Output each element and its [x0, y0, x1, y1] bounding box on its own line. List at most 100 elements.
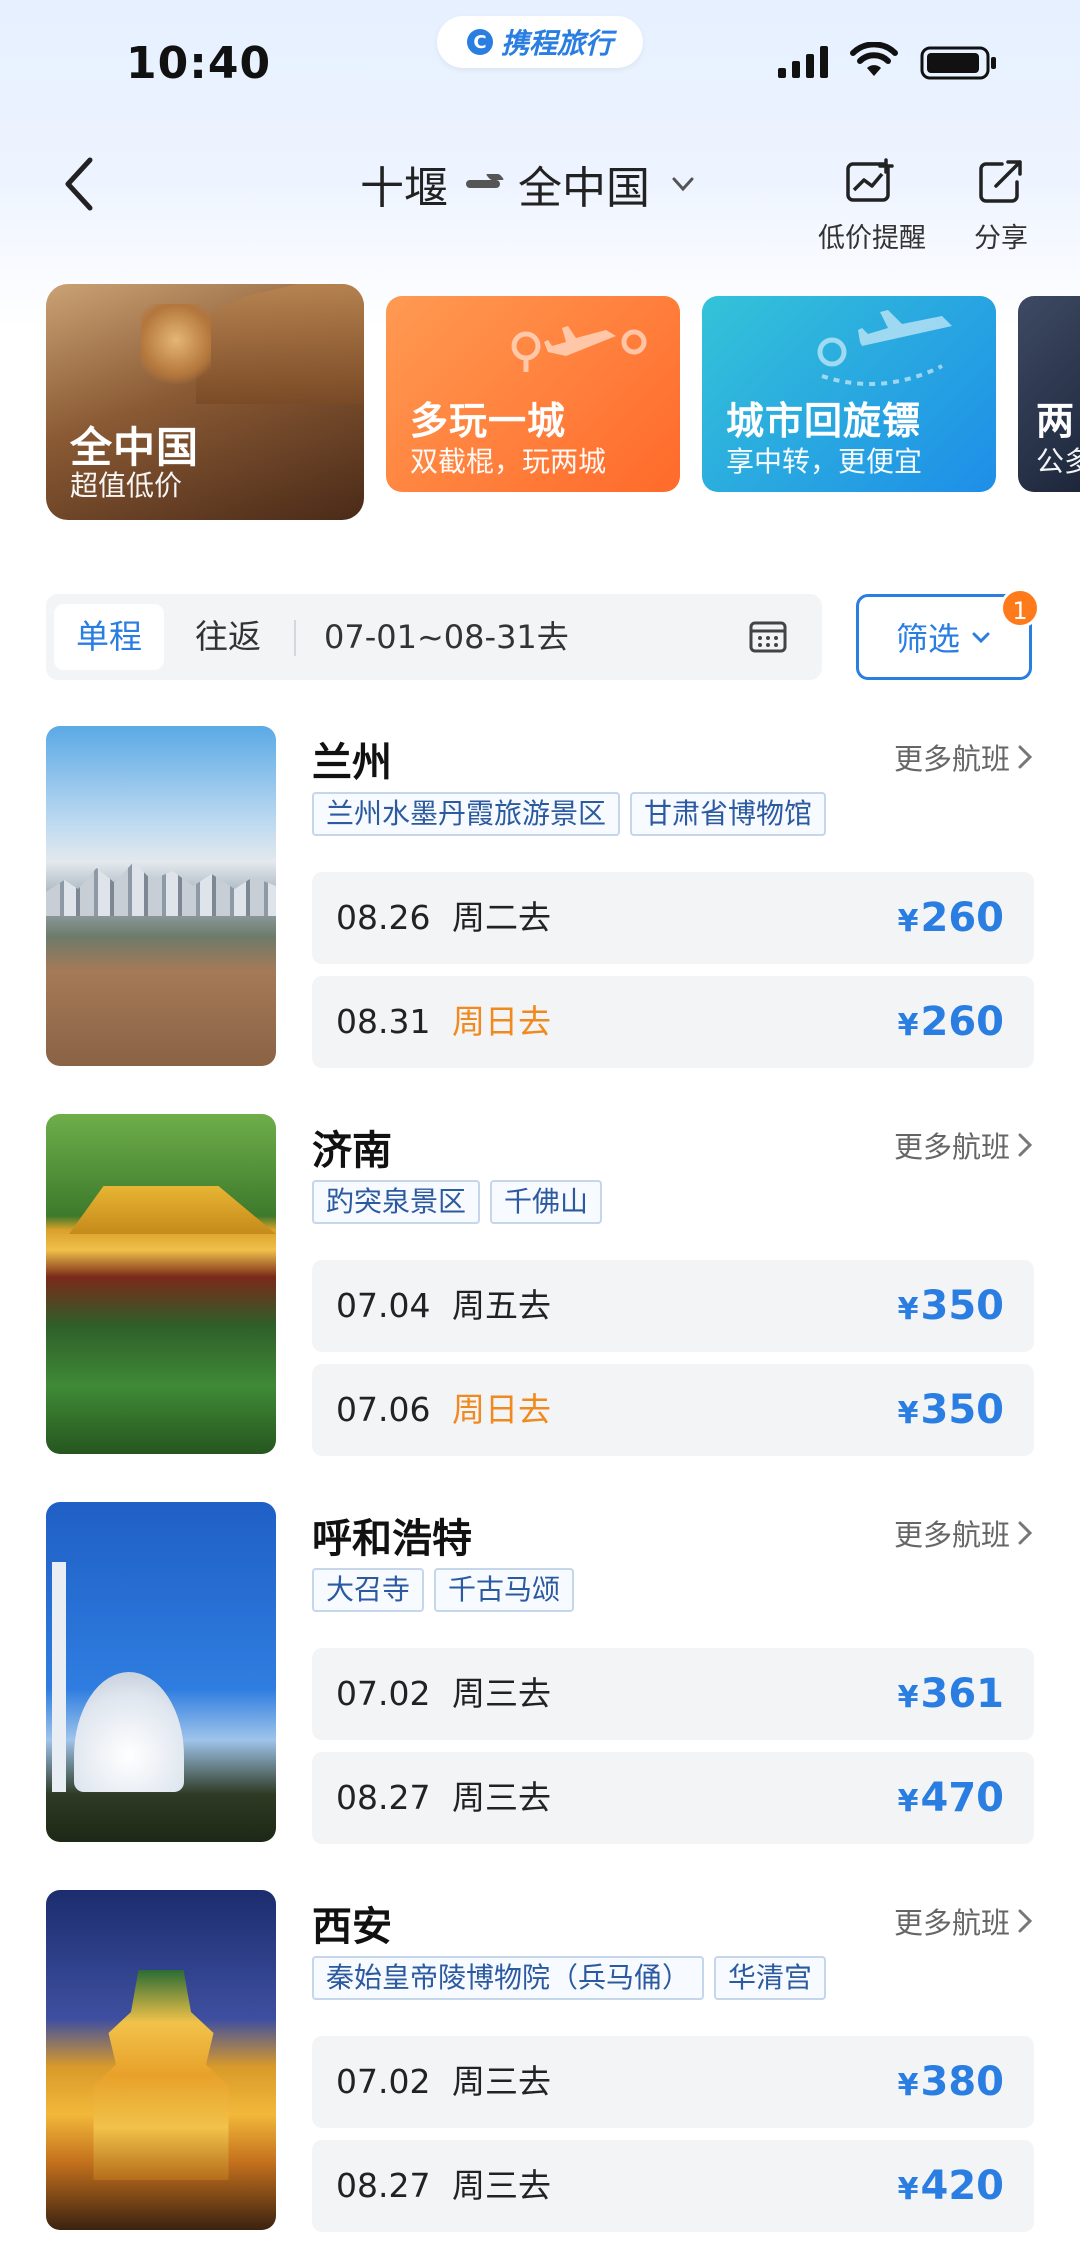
brand-pill: C 携程旅行: [437, 16, 643, 68]
chevron-right-icon: [1018, 745, 1033, 769]
status-time: 10:40: [126, 38, 272, 89]
calendar-icon[interactable]: [748, 616, 788, 656]
currency-symbol: ¥: [897, 1292, 919, 1327]
flight-weekday: 周日去: [452, 1390, 551, 1429]
city-name: 西安: [312, 1904, 392, 1950]
lanzhou-photo: [46, 726, 276, 1066]
currency-symbol: ¥: [897, 904, 919, 939]
flight-date: 08.31: [336, 1002, 431, 1041]
banner-title: 城市回旋镖: [726, 399, 922, 443]
destination-city: 全中国: [518, 163, 650, 214]
share-button[interactable]: 分享: [974, 156, 1028, 255]
more-flights-link[interactable]: 更多航班: [894, 736, 1034, 778]
more-flights-link[interactable]: 更多航班: [894, 1124, 1034, 1166]
destination-card[interactable]: 济南 更多航班 趵突泉景区 千佛山 07.04 周五去 ¥350 07.06 周…: [46, 1114, 1034, 1458]
flight-price: ¥350: [898, 1364, 1004, 1460]
bell-tower: [93, 1970, 229, 2180]
great-wall-image: [196, 284, 364, 404]
flight-weekday: 周五去: [452, 1286, 551, 1325]
back-arrow-icon[interactable]: [56, 152, 104, 216]
banner-all-china[interactable]: 全中国 超值低价: [46, 284, 364, 520]
more-flights-label: 更多航班: [893, 1518, 1010, 1552]
flight-weekday: 周三去: [452, 2062, 551, 2101]
xian-photo: [46, 1890, 276, 2230]
flight-date: 07.04: [336, 1286, 431, 1325]
banner-two-cities[interactable]: 多玩一城 双截棍，玩两城: [386, 296, 680, 492]
wifi-icon: [850, 42, 898, 76]
city-name: 呼和浩特: [312, 1516, 472, 1562]
attraction-tags: 秦始皇帝陵博物院（兵马俑） 华清宫: [312, 1956, 827, 2000]
ctrip-logo-icon: C: [466, 29, 493, 55]
price-value: 350: [920, 1283, 1005, 1329]
flight-price: ¥420: [898, 2140, 1004, 2236]
filter-label: 筛选: [895, 620, 960, 658]
low-price-alert-label: 低价提醒: [818, 223, 926, 254]
price-chart-icon: [846, 158, 894, 202]
flight-option-row[interactable]: 07.04 周五去 ¥350: [312, 1260, 1034, 1352]
flight-option-row[interactable]: 08.26 周二去 ¥260: [312, 872, 1034, 964]
flight-option-row[interactable]: 08.27 周三去 ¥420: [312, 2140, 1034, 2232]
banner-subtitle: 超值低价: [70, 469, 183, 502]
attraction-tag: 趵突泉景区: [312, 1180, 481, 1224]
airplane-icon: [817, 310, 952, 386]
banner-partial[interactable]: 两 公多: [1018, 296, 1080, 492]
banner-boomerang[interactable]: 城市回旋镖 享中转，更便宜: [702, 296, 996, 492]
route-selector[interactable]: 十堰 全中国: [360, 152, 698, 216]
attraction-tag: 大召寺: [312, 1568, 425, 1612]
flight-option-row[interactable]: 07.02 周三去 ¥380: [312, 2036, 1034, 2128]
share-icon: [979, 160, 1022, 203]
city-name: 济南: [312, 1128, 392, 1174]
flight-weekday: 周日去: [452, 1002, 551, 1041]
origin-city: 十堰: [360, 163, 448, 214]
currency-symbol: ¥: [897, 2068, 919, 2103]
low-price-alert-button[interactable]: 低价提醒: [818, 156, 926, 255]
attraction-tags: 大召寺 千古马颂: [312, 1568, 575, 1612]
banner-title: 两: [1036, 399, 1076, 443]
flight-price: ¥350: [898, 1260, 1004, 1356]
destination-card[interactable]: 呼和浩特 更多航班 大召寺 千古马颂 07.02 周三去 ¥361 08.27 …: [46, 1502, 1034, 1846]
more-flights-label: 更多航班: [893, 742, 1010, 776]
destination-card[interactable]: 西安 更多航班 秦始皇帝陵博物院（兵马俑） 华清宫 07.02 周三去 ¥380…: [46, 1890, 1034, 2234]
flight-date: 07.06: [336, 1390, 431, 1429]
date-range[interactable]: 07-01~08-31去: [324, 594, 569, 680]
promo-banners: 全中国 超值低价 多玩一城 双截棍，玩两城 城市回旋镖 享中转，更便宜 两 公多: [46, 284, 1080, 522]
attraction-tags: 兰州水墨丹霞旅游景区 甘肃省博物馆: [312, 792, 827, 836]
attraction-tag: 千佛山: [490, 1180, 603, 1224]
attraction-tags: 趵突泉景区 千佛山: [312, 1180, 603, 1224]
flight-option-row[interactable]: 07.02 周三去 ¥361: [312, 1648, 1034, 1740]
city-skyline: [46, 862, 276, 916]
brand-name: 携程旅行: [500, 27, 613, 60]
tree-image: [141, 304, 211, 394]
tab-round-trip[interactable]: 往返: [180, 604, 276, 670]
trip-type-bar: 单程 往返 07-01~08-31去: [46, 594, 822, 680]
flight-option-row[interactable]: 07.06 周日去 ¥350: [312, 1364, 1034, 1456]
pavilion-roof: [69, 1186, 276, 1234]
city-name: 兰州: [312, 740, 392, 786]
currency-symbol: ¥: [897, 1680, 919, 1715]
currency-symbol: ¥: [897, 1008, 919, 1043]
flight-date: 07.02: [336, 2062, 431, 2101]
chevron-down-icon: [972, 632, 990, 644]
price-value: 420: [920, 2163, 1005, 2209]
destination-card[interactable]: 兰州 更多航班 兰州水墨丹霞旅游景区 甘肃省博物馆 08.26 周二去 ¥260…: [46, 726, 1034, 1070]
flight-price: ¥361: [898, 1648, 1004, 1744]
plane-route-icon: [511, 326, 647, 372]
flight-option-row[interactable]: 08.27 周三去 ¥470: [312, 1752, 1034, 1844]
banner-subtitle: 双截棍，玩两城: [410, 445, 607, 478]
flight-price: ¥470: [898, 1752, 1004, 1848]
flight-date: 08.27: [336, 1778, 431, 1817]
flight-price: ¥260: [898, 872, 1004, 968]
tab-one-way[interactable]: 单程: [54, 604, 164, 670]
more-flights-link[interactable]: 更多航班: [894, 1512, 1034, 1554]
price-value: 260: [920, 895, 1005, 941]
more-flights-link[interactable]: 更多航班: [894, 1900, 1034, 1942]
attraction-tag: 秦始皇帝陵博物院（兵马俑）: [312, 1956, 705, 2000]
hohhot-photo: [46, 1502, 276, 1842]
flight-weekday: 周三去: [452, 2166, 551, 2205]
flight-weekday: 周三去: [452, 1778, 551, 1817]
banner-subtitle: 公多: [1036, 445, 1080, 478]
flight-option-row[interactable]: 08.31 周日去 ¥260: [312, 976, 1034, 1068]
jinan-photo: [46, 1114, 276, 1454]
price-value: 470: [920, 1775, 1005, 1821]
status-bar: 10:40 C 携程旅行: [0, 0, 1080, 120]
